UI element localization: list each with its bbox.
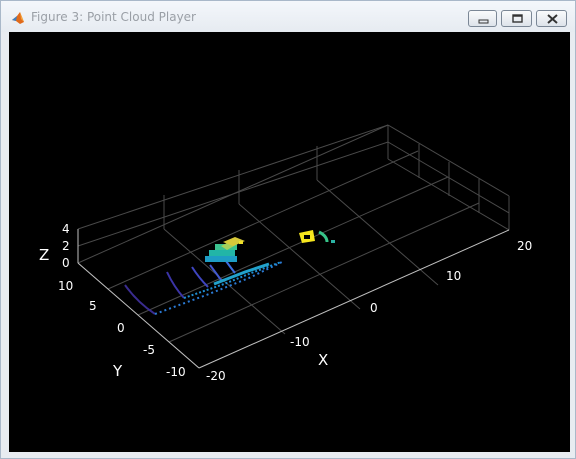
x-tick-label: -20 (206, 369, 226, 383)
maximize-button[interactable] (501, 10, 532, 27)
x-tick-label: 0 (370, 301, 378, 315)
close-button[interactable] (536, 10, 567, 27)
figure-window: Figure 3: Point Cloud Player -20 -10 0 1… (0, 0, 576, 459)
point-cloud-axes[interactable]: -20 -10 0 10 20 X 10 5 0 -5 -10 Y 4 2 0 … (9, 32, 570, 452)
point-cloud (124, 260, 285, 315)
point-cluster (205, 230, 335, 262)
y-tick-label: -10 (166, 365, 186, 379)
x-axis-label: X (318, 351, 329, 369)
y-tick-label: 5 (89, 299, 97, 313)
x-tick-label: 10 (446, 269, 462, 283)
minimize-button[interactable] (468, 10, 497, 27)
y-tick-label: 0 (117, 321, 125, 335)
z-axis-label: Z (39, 246, 50, 264)
matlab-icon (12, 12, 24, 24)
title-bar[interactable]: Figure 3: Point Cloud Player (1, 1, 575, 32)
z-tick-label: 0 (62, 256, 70, 270)
window-title: Figure 3: Point Cloud Player (31, 10, 196, 24)
close-icon (547, 14, 558, 24)
x-tick-label: 20 (517, 239, 533, 253)
grid-lines (77, 124, 510, 369)
y-axis-label: Y (113, 362, 123, 380)
z-tick-label: 2 (62, 239, 70, 253)
z-tick-label: 4 (62, 222, 70, 236)
minimize-icon (478, 19, 489, 24)
y-tick-label: 10 (58, 279, 74, 293)
x-tick-label: -10 (290, 335, 310, 349)
maximize-icon (512, 14, 523, 23)
y-tick-label: -5 (143, 343, 155, 357)
plot-svg (77, 124, 510, 369)
